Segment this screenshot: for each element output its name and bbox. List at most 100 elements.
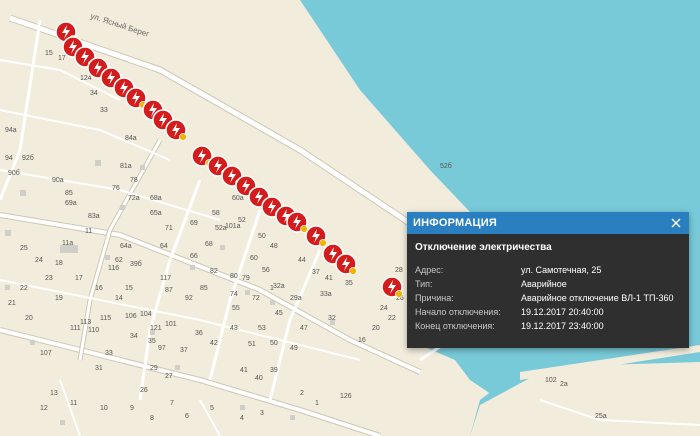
outage-marker-icon[interactable] (381, 276, 403, 298)
house-number-label: 87 (165, 287, 173, 294)
house-number-label: 110 (88, 327, 99, 334)
house-number-label: 101 (165, 321, 177, 328)
house-number-label: 104 (140, 311, 152, 318)
house-number-label: 116 (108, 265, 119, 272)
house-number-label: 36 (195, 330, 203, 337)
house-number-label: 33 (105, 350, 113, 357)
info-value: Аварийное (521, 279, 567, 289)
house-number-label: 55 (232, 305, 240, 312)
popup-header: ИНФОРМАЦИЯ (407, 212, 689, 234)
house-number-label: 62 (115, 257, 123, 264)
house-number-label: 53 (258, 325, 266, 332)
house-number-label: 9 (130, 405, 134, 412)
house-number-label: 29а (290, 295, 302, 302)
house-number-label: 17 (58, 55, 66, 62)
house-number-label: 7 (170, 400, 174, 407)
house-number-label: 39б (130, 260, 142, 268)
house-number-label: 41 (325, 275, 333, 282)
house-number-label: 15 (45, 50, 53, 57)
outage-marker-icon[interactable] (165, 119, 187, 141)
house-number-label: 56 (262, 267, 270, 274)
house-number-label: 10 (100, 405, 108, 412)
house-number-label: 115 (100, 315, 111, 322)
house-number-label: 102 (545, 377, 557, 384)
house-number-label: 14 (115, 295, 123, 302)
house-number-label: 6 (185, 413, 189, 420)
house-number-label: 92 (185, 295, 193, 302)
info-row-start: Начало отключения: 19.12.2017 20:40:00 (415, 305, 681, 319)
house-number-label: 25 (20, 245, 28, 252)
house-number-label: 37 (180, 347, 188, 354)
house-number-label: 25а (595, 413, 607, 420)
house-number-label: 83а (88, 213, 100, 220)
house-number-label: 72а (128, 195, 140, 202)
info-value: ул. Самотечная, 25 (521, 265, 602, 275)
house-number-label: 49 (290, 345, 298, 352)
house-number-label: 32 (328, 315, 336, 322)
house-number-label: 16 (358, 337, 366, 344)
house-number-label: 21 (8, 300, 16, 307)
house-number-label: 80 (230, 273, 238, 280)
house-number-label: 16 (95, 285, 103, 292)
house-number-label: 43 (230, 325, 238, 332)
close-icon[interactable] (669, 216, 683, 230)
house-number-label: 51 (248, 341, 256, 348)
house-number-label: 92б (22, 154, 34, 162)
house-number-label: 24 (380, 305, 388, 312)
house-number-label: 66 (190, 253, 198, 260)
outage-marker-icon[interactable] (286, 211, 308, 233)
house-number-label: 85 (200, 285, 208, 292)
outage-marker-icon[interactable] (335, 253, 357, 275)
house-number-label: 13 (50, 390, 58, 397)
house-number-label: 4 (240, 415, 244, 422)
house-number-label: 90а (52, 177, 64, 184)
house-number-label: 76 (112, 185, 120, 192)
house-number-label: 22 (388, 315, 396, 322)
popup-heading: Отключение электричества (415, 242, 552, 253)
house-number-label: 68 (205, 241, 213, 248)
house-number-label: 32а (273, 283, 285, 290)
info-row-address: Адрес: ул. Самотечная, 25 (415, 263, 681, 277)
house-number-label: 1 (315, 400, 319, 407)
info-value: 19.12.2017 20:40:00 (521, 307, 604, 317)
info-popup: ИНФОРМАЦИЯ Отключение электричества Адре… (407, 212, 689, 348)
house-number-label: 101а (225, 223, 241, 230)
house-number-label: 52б (440, 162, 452, 170)
popup-title: ИНФОРМАЦИЯ (413, 217, 497, 229)
house-number-label: 58 (212, 210, 220, 217)
house-number-label: 22 (20, 285, 28, 292)
house-number-label: 111 (70, 325, 81, 332)
house-number-label: 72 (252, 295, 260, 302)
house-number-label: 60 (250, 255, 258, 262)
info-key: Тип: (415, 279, 433, 289)
house-number-label: 39 (270, 367, 278, 374)
house-number-label: 50 (270, 340, 278, 347)
house-number-label: 79 (242, 275, 250, 282)
house-number-label: 94 (5, 155, 13, 162)
house-number-label: 85 (65, 190, 73, 197)
house-number-label: 24 (35, 257, 43, 264)
info-key: Причина: (415, 293, 454, 303)
house-number-label: 65а (150, 210, 162, 217)
house-number-label: 68а (150, 195, 162, 202)
house-number-label: 44 (298, 257, 306, 264)
house-number-label: 20 (372, 325, 380, 332)
house-number-label: 69 (190, 220, 198, 227)
house-number-label: 33а (320, 291, 332, 298)
house-number-label: 28 (395, 267, 403, 274)
house-number-label: 34 (90, 90, 98, 97)
house-number-label: 121 (150, 325, 162, 332)
house-number-label: 11 (70, 400, 77, 407)
house-number-label: 34 (130, 333, 138, 340)
outage-marker-icon[interactable] (305, 225, 327, 247)
house-number-label: 8 (150, 415, 154, 422)
house-number-label: 47 (300, 325, 308, 332)
house-number-label: 20 (25, 315, 33, 322)
info-key: Конец отключения: (415, 321, 495, 331)
house-number-label: 126 (340, 393, 352, 400)
house-number-label: 97 (158, 345, 166, 352)
house-number-label: 74 (230, 291, 238, 298)
house-number-label: 113 (80, 319, 91, 326)
house-number-label: 15 (125, 285, 133, 292)
house-number-label: 50 (258, 233, 266, 240)
